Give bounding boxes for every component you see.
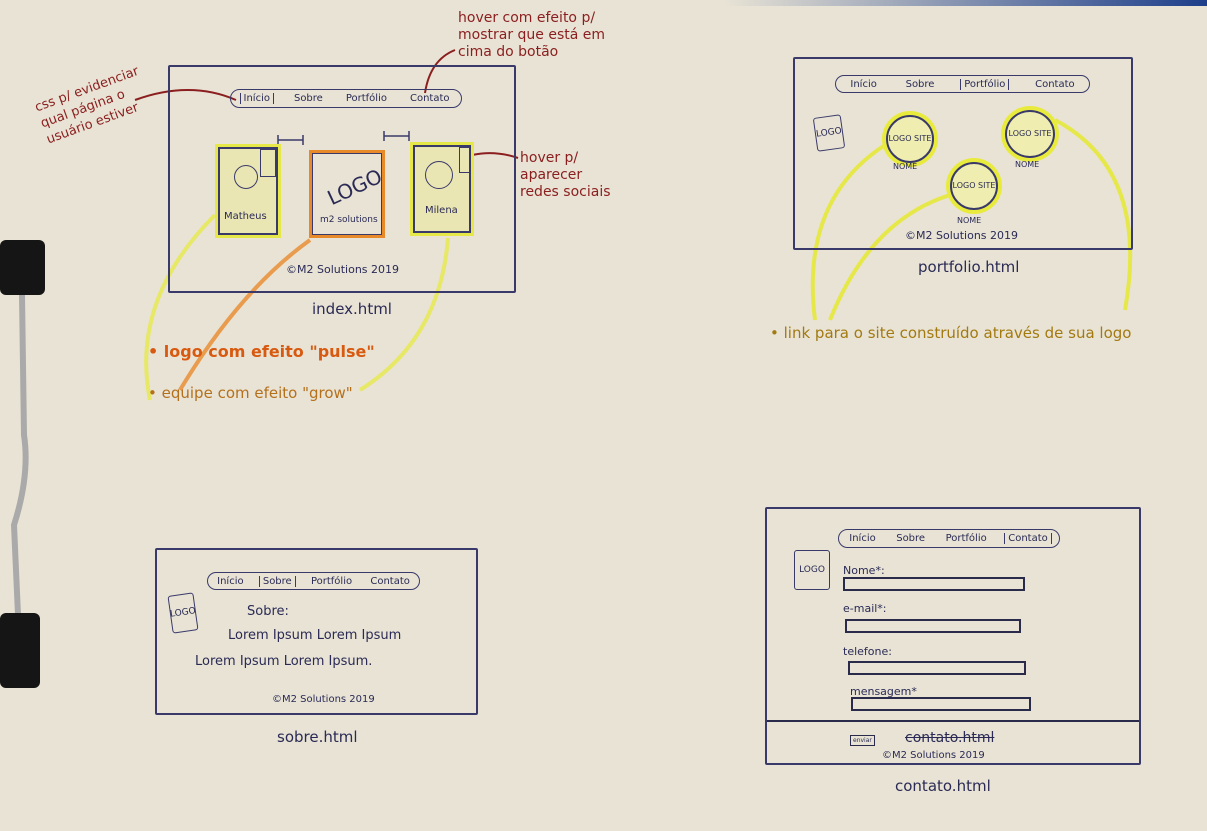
- note-text: link para o site construído através de s…: [783, 324, 1132, 342]
- contato-nav[interactable]: Início Sobre Portfólio Contato: [838, 529, 1060, 548]
- note-site-link: • link para o site construído através de…: [770, 324, 1132, 342]
- note-team-grow: • equipe com efeito "grow": [148, 384, 353, 402]
- member-name: Milena: [425, 205, 458, 216]
- contato-filename: contato.html: [895, 777, 991, 795]
- nav-portfolio[interactable]: Portfólio: [960, 78, 1010, 90]
- nav-inicio[interactable]: Início: [214, 576, 246, 587]
- email-input[interactable]: [845, 619, 1021, 633]
- portfolio-footer: ©M2 Solutions 2019: [905, 229, 1019, 242]
- social-tab-icon: [260, 149, 276, 177]
- site-name: NOME: [1015, 160, 1040, 169]
- note-logo-pulse: • logo com efeito "pulse": [148, 342, 375, 361]
- site-name: NOME: [957, 216, 982, 225]
- nav-sobre[interactable]: Sobre: [291, 93, 326, 104]
- portfolio-filename: portfolio.html: [918, 258, 1020, 276]
- label-email: e-mail*:: [843, 602, 887, 615]
- index-nav[interactable]: Início Sobre Portfólio Contato: [230, 89, 462, 108]
- telefone-input[interactable]: [848, 661, 1026, 675]
- note-nav-hover: hover com efeito p/ mostrar que está em …: [458, 10, 606, 60]
- submit-button[interactable]: enviar: [850, 735, 875, 746]
- note-text: equipe com efeito "grow": [161, 384, 353, 402]
- team-card-milena[interactable]: Milena: [413, 145, 471, 233]
- avatar: [425, 161, 453, 189]
- logo[interactable]: LOGO: [167, 592, 199, 634]
- portfolio-nav[interactable]: Início Sobre Portfólio Contato: [835, 75, 1090, 93]
- nav-contato[interactable]: Contato: [1032, 79, 1078, 90]
- nav-inicio[interactable]: Início: [847, 79, 879, 90]
- nav-sobre[interactable]: Sobre: [903, 79, 938, 90]
- nav-contato[interactable]: Contato: [407, 93, 453, 104]
- nav-inicio[interactable]: Início: [239, 93, 274, 104]
- site-name: NOME: [893, 162, 918, 171]
- sobre-text-line: Lorem Ipsum Lorem Ipsum: [228, 628, 402, 643]
- logo-text: LOGO: [323, 163, 386, 211]
- member-name: Matheus: [224, 211, 267, 222]
- label-telefone: telefone:: [843, 645, 892, 658]
- nome-input[interactable]: [843, 577, 1025, 591]
- nav-contato[interactable]: Contato: [1004, 533, 1052, 544]
- logo-caption: m2 solutions: [320, 215, 378, 225]
- contato-footer: ©M2 Solutions 2019: [882, 750, 985, 761]
- logo-card[interactable]: LOGO m2 solutions: [309, 150, 386, 238]
- sobre-filename: sobre.html: [277, 728, 358, 746]
- note-social-hover: hover p/ aparecer redes sociais: [520, 150, 611, 200]
- site-logo-link[interactable]: LOGO SITE: [886, 115, 934, 163]
- note-text: logo com efeito "pulse": [163, 342, 375, 361]
- label-nome: Nome*:: [843, 564, 885, 577]
- logo[interactable]: LOGO: [812, 114, 846, 152]
- team-card-matheus[interactable]: Matheus: [218, 147, 278, 235]
- nav-portfolio[interactable]: Portfólio: [943, 533, 990, 544]
- index-footer: ©M2 Solutions 2019: [286, 263, 400, 276]
- site-logo-link[interactable]: LOGO SITE: [950, 162, 998, 210]
- sobre-heading: Sobre:: [247, 604, 289, 619]
- avatar: [234, 165, 258, 189]
- social-tab-icon: [459, 147, 471, 173]
- sobre-text-line: Lorem Ipsum Lorem Ipsum.: [195, 654, 373, 669]
- mensagem-input[interactable]: [851, 697, 1031, 711]
- nav-contato[interactable]: Contato: [367, 576, 413, 587]
- logo[interactable]: LOGO: [794, 550, 830, 590]
- site-logo-link[interactable]: LOGO SITE: [1005, 110, 1055, 158]
- index-filename: index.html: [312, 300, 392, 318]
- nav-portfolio[interactable]: Portfólio: [308, 576, 355, 587]
- sobre-footer: ©M2 Solutions 2019: [272, 694, 375, 705]
- nav-portfolio[interactable]: Portfólio: [343, 93, 390, 104]
- crossed-out-text: contato.html: [905, 730, 995, 746]
- nav-inicio[interactable]: Início: [846, 533, 878, 544]
- footer-divider: [767, 720, 1139, 722]
- nav-sobre[interactable]: Sobre: [893, 533, 928, 544]
- sobre-nav[interactable]: Início Sobre Portfólio Contato: [207, 572, 420, 590]
- nav-sobre[interactable]: Sobre: [258, 575, 296, 587]
